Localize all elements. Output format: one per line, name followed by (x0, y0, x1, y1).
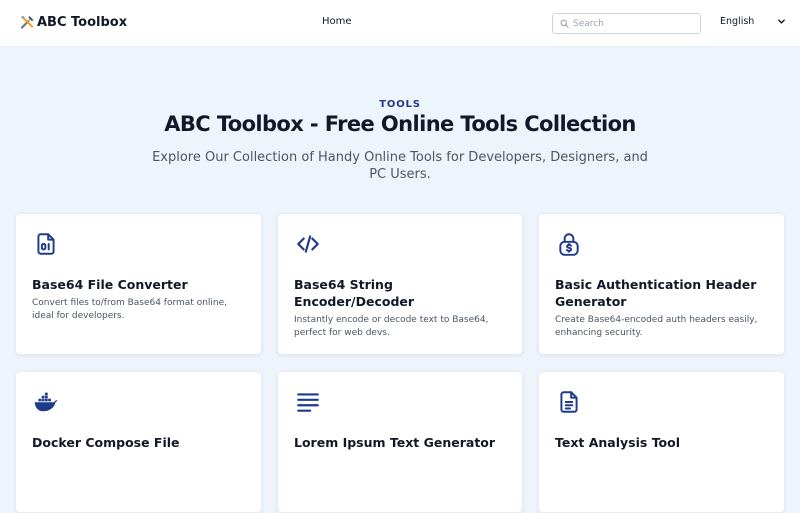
tool-card[interactable]: Base64 File Converter Convert files to/f… (15, 213, 262, 355)
chevron-down-icon (778, 19, 785, 24)
page-title: ABC Toolbox - Free Online Tools Collecti… (164, 112, 636, 136)
text-lines-icon (295, 389, 321, 415)
language-selected: English (720, 16, 755, 27)
site-header: ABC Toolbox Home English (0, 0, 800, 47)
search-icon (560, 19, 569, 28)
page-subtitle: Explore Our Collection of Handy Online T… (152, 150, 648, 182)
tool-card-title: Basic Authentication Header Generator (555, 277, 757, 309)
nav-home-link[interactable]: Home (322, 16, 352, 27)
tool-card[interactable]: Basic Authentication Header Generator Cr… (538, 213, 785, 355)
tool-card-title: Text Analysis Tool (555, 435, 681, 450)
lock-dollar-icon (556, 231, 582, 257)
tool-card-description: Convert files to/from Base64 format onli… (32, 298, 228, 321)
file-binary-icon (33, 231, 59, 257)
tools-icon (20, 15, 34, 29)
tool-card-title: Docker Compose File (32, 435, 180, 450)
docker-icon (33, 389, 59, 415)
tool-card[interactable]: Base64 String Encoder/Decoder Instantly … (277, 213, 523, 355)
tool-card-title: Lorem Ipsum Text Generator (294, 435, 496, 450)
tool-card-title: Base64 String Encoder/Decoder (294, 277, 415, 309)
tool-card[interactable]: Lorem Ipsum Text Generator (277, 371, 523, 513)
search-input[interactable] (573, 18, 693, 29)
tool-card[interactable]: Text Analysis Tool (538, 371, 785, 513)
language-select[interactable]: English (720, 16, 786, 27)
tool-card-description: Instantly encode or decode text to Base6… (294, 315, 489, 338)
site-logo-link[interactable]: ABC Toolbox (20, 14, 127, 30)
search-box[interactable] (552, 13, 701, 34)
section-eyebrow: TOOLS (379, 99, 421, 110)
document-icon (556, 389, 582, 415)
code-icon (295, 231, 321, 257)
tool-card-title: Base64 File Converter (32, 277, 188, 292)
site-logo-text: ABC Toolbox (37, 14, 128, 30)
tool-card-description: Create Base64-encoded auth headers easil… (555, 315, 758, 338)
tool-card[interactable]: Docker Compose File (15, 371, 262, 513)
